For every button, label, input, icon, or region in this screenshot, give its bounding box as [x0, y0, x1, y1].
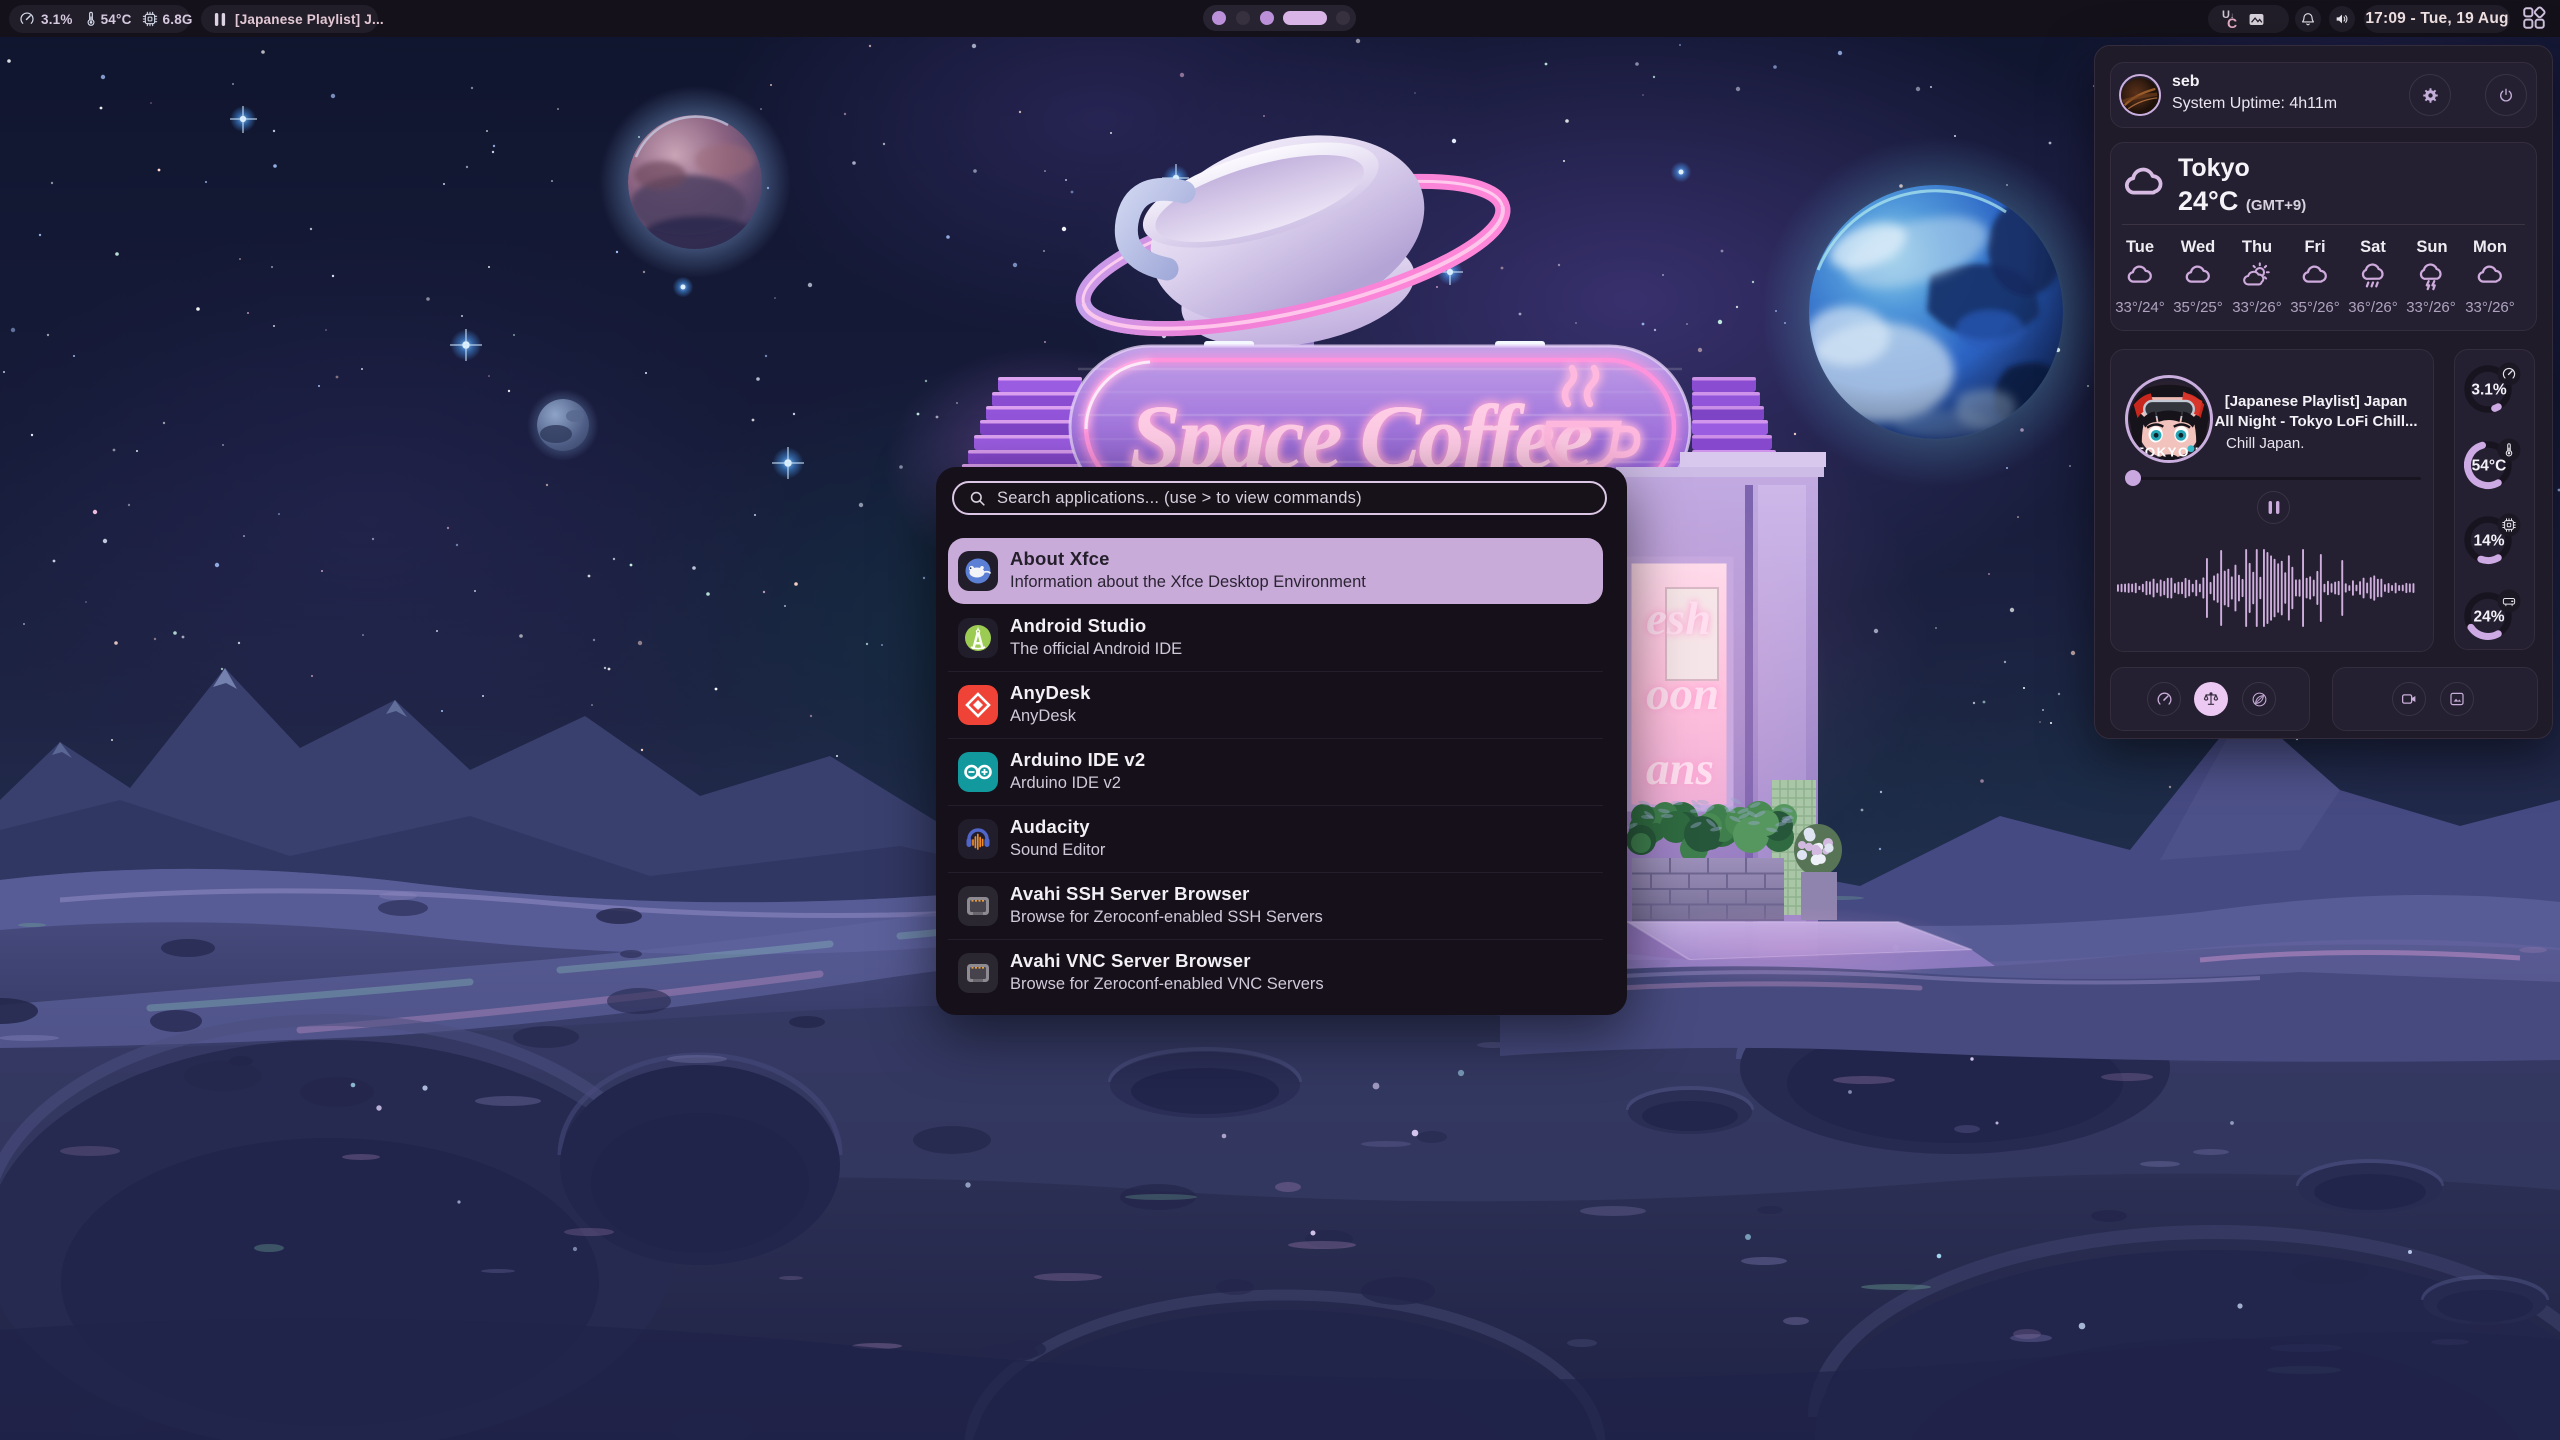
svg-text:54°C: 54°C [2472, 458, 2507, 475]
svg-text:3.1%: 3.1% [2471, 382, 2507, 399]
svg-text:14%: 14% [2473, 533, 2504, 550]
svg-text:esh: esh [1646, 593, 1711, 645]
svg-text:24%: 24% [2473, 609, 2504, 626]
svg-text:ans: ans [1646, 743, 1714, 795]
svg-text:oon: oon [1646, 668, 1719, 720]
